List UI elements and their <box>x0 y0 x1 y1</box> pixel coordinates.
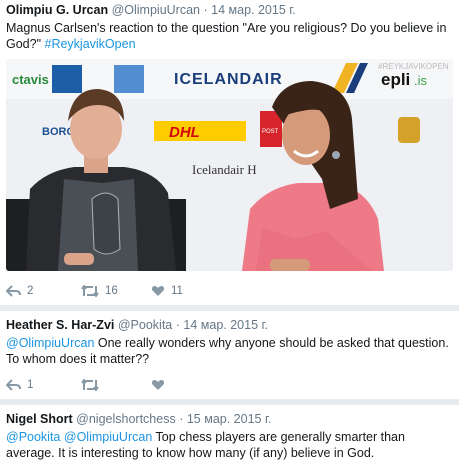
tweet-text-fragment: God?" <box>6 37 45 51</box>
tweet-text: @Pookita @OlimpiuUrcan Top chess players… <box>6 429 453 461</box>
hashtag-link[interactable]: #ReykjavikOpen <box>45 37 136 51</box>
tweet-text-fragment: Top chess players are generally smarter … <box>152 430 405 444</box>
separator-dot: · <box>179 412 184 426</box>
tweet-olimpiu-urcan[interactable]: Olimpiu G. Urcan @OlimpiuUrcan · 14 мар.… <box>0 0 459 305</box>
tweet-text-line: average. It is interesting to know how m… <box>6 446 375 460</box>
heart-icon <box>151 286 165 296</box>
sponsor-logo-post: POST <box>262 129 279 135</box>
tweet-date[interactable]: 14 мар. 2015 г. <box>211 3 296 17</box>
author-name[interactable]: Nigel Short <box>6 412 73 426</box>
mention-link[interactable]: @OlimpiuUrcan <box>64 430 152 444</box>
author-handle[interactable]: @Pookita <box>118 318 172 332</box>
sponsor-logo-epli-suffix: .is <box>414 73 428 88</box>
mention-link[interactable]: @Pookita <box>6 430 60 444</box>
retweet-count: 16 <box>105 285 118 297</box>
tweet-header: Olimpiu G. Urcan @OlimpiuUrcan · 14 мар.… <box>6 3 296 17</box>
author-name[interactable]: Olimpiu G. Urcan <box>6 3 108 17</box>
retweet-action[interactable]: 16 <box>81 283 118 299</box>
tweet-text: @OlimpiuUrcan One really wonders why any… <box>6 335 453 367</box>
sponsor-logo-icelandair-hotels: Icelandair H <box>192 162 257 177</box>
reply-action[interactable]: 1 <box>6 377 33 393</box>
tweet-header: Heather S. Har-Zvi @Pookita · 14 мар. 20… <box>6 318 268 332</box>
separator-dot: · <box>203 3 208 17</box>
reply-action[interactable]: 2 <box>6 283 33 299</box>
tweet-header: Nigel Short @nigelshortchess · 15 мар. 2… <box>6 412 271 426</box>
tweet-text-line: To whom does it matter?? <box>6 352 150 366</box>
sponsor-logo-dhl: DHL <box>169 124 200 141</box>
author-handle[interactable]: @nigelshortchess <box>76 412 176 426</box>
retweet-action[interactable] <box>81 377 105 393</box>
tweet-nigel-short[interactable]: Nigel Short @nigelshortchess · 15 мар. 2… <box>0 405 459 468</box>
tweet-text-line: Magnus Carlsen's reaction to the questio… <box>6 21 447 35</box>
like-action[interactable]: 11 <box>151 283 183 299</box>
tweet-text-line: @Pookita @OlimpiuUrcan Top chess players… <box>6 429 453 445</box>
reply-count: 2 <box>27 285 34 297</box>
tweet-text-line: @OlimpiuUrcan One really wonders why any… <box>6 335 453 351</box>
photo-press-conference: ctavis ICELANDAIR epli .is #REYKJAVIKOPE… <box>6 59 453 271</box>
tweet-date[interactable]: 15 мар. 2015 г. <box>187 412 272 426</box>
tweet-photo[interactable]: ctavis ICELANDAIR epli .is #REYKJAVIKOPE… <box>6 59 453 271</box>
retweet-icon <box>81 285 99 297</box>
author-name[interactable]: Heather S. Har-Zvi <box>6 318 114 332</box>
like-count: 11 <box>171 285 183 297</box>
reply-icon <box>6 285 21 297</box>
separator-dot: · <box>175 318 180 332</box>
tweet-actions: 1 <box>6 377 453 393</box>
tweet-text-fragment: One really wonders why anyone should be … <box>94 336 449 350</box>
sponsor-logo-epli: epli <box>381 70 410 89</box>
tweet-actions: 2 16 11 <box>6 283 453 299</box>
reply-icon <box>6 379 21 391</box>
tweet-heather-har-zvi[interactable]: Heather S. Har-Zvi @Pookita · 14 мар. 20… <box>0 311 459 399</box>
retweet-icon <box>81 379 99 391</box>
tweet-text-line: God?" #ReykjavikOpen <box>6 36 453 52</box>
tweet-text: Magnus Carlsen's reaction to the questio… <box>6 20 453 52</box>
like-action[interactable] <box>151 377 171 393</box>
reply-count: 1 <box>27 379 34 391</box>
author-handle[interactable]: @OlimpiuUrcan <box>112 3 200 17</box>
heart-icon <box>151 380 165 390</box>
sponsor-logo-actavis: ctavis <box>12 72 49 87</box>
hashtag-watermark: #REYKJAVIKOPEN <box>378 62 449 71</box>
sponsor-logo-icelandair: ICELANDAIR <box>174 71 283 88</box>
mention-link[interactable]: @OlimpiuUrcan <box>6 336 94 350</box>
tweet-date[interactable]: 14 мар. 2015 г. <box>183 318 268 332</box>
